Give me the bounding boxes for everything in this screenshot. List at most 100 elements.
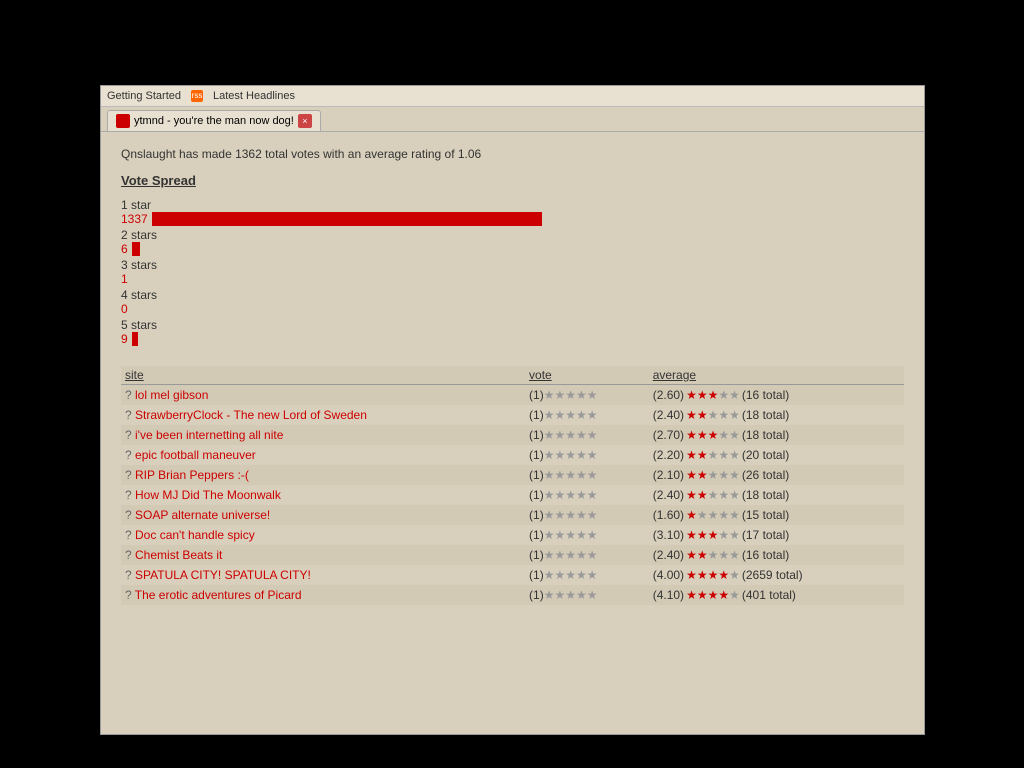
vote-bar-container-1star: 1337 [121, 212, 904, 226]
vote-star-empty: ★ [565, 568, 576, 582]
vote-bar-5star [132, 332, 138, 346]
site-cell: ? How MJ Did The Moonwalk [121, 485, 525, 505]
avg-num: (1.60) [653, 508, 684, 522]
vote-value: (1) [529, 508, 544, 522]
vote-star-empty: ★ [576, 428, 587, 442]
vote-cell: (1)★★★★★ [525, 465, 649, 485]
vote-spread-title: Vote Spread [121, 173, 904, 188]
vote-value: (1) [529, 408, 544, 422]
site-link[interactable]: The erotic adventures of Picard [135, 588, 302, 602]
site-cell: ? RIP Brian Peppers :-( [121, 465, 525, 485]
vote-label-5star: 5 stars [121, 318, 904, 332]
question-mark[interactable]: ? [125, 508, 135, 522]
total-text: (18 total) [742, 428, 789, 442]
avg-cell: (2.70)★★★★★(18 total) [649, 425, 904, 445]
avg-star-filled: ★ [697, 468, 708, 482]
vote-star-empty: ★ [554, 468, 565, 482]
avg-cell: (1.60)★★★★★(15 total) [649, 505, 904, 525]
avg-star-filled: ★ [708, 388, 719, 402]
question-mark[interactable]: ? [125, 588, 135, 602]
question-mark[interactable]: ? [125, 448, 135, 462]
avg-num: (4.10) [653, 588, 684, 602]
avg-star-empty: ★ [729, 568, 740, 582]
vote-cell: (1)★★★★★ [525, 565, 649, 585]
avg-star-empty: ★ [729, 488, 740, 502]
vote-label-3star: 3 stars [121, 258, 904, 272]
avg-star-filled: ★ [686, 408, 697, 422]
table-row: ? The erotic adventures of Picard(1)★★★★… [121, 585, 904, 605]
total-text: (20 total) [742, 448, 789, 462]
tab-close-button[interactable]: × [298, 114, 312, 128]
question-mark[interactable]: ? [125, 468, 135, 482]
avg-star-empty: ★ [708, 408, 719, 422]
vote-cell: (1)★★★★★ [525, 405, 649, 425]
vote-star-empty: ★ [587, 388, 598, 402]
vote-star-empty: ★ [544, 528, 555, 542]
vote-star-empty: ★ [587, 508, 598, 522]
vote-star-empty: ★ [587, 588, 598, 602]
getting-started-link[interactable]: Getting Started [107, 90, 181, 102]
table-row: ? Doc can't handle spicy(1)★★★★★(3.10)★★… [121, 525, 904, 545]
avg-star-empty: ★ [718, 528, 729, 542]
avg-star-empty: ★ [729, 448, 740, 462]
tab-favicon [116, 114, 130, 128]
vote-star-empty: ★ [565, 428, 576, 442]
browser-window: Getting Started rss Latest Headlines ytm… [100, 85, 925, 735]
vote-row-3star: 3 stars 1 [121, 258, 904, 286]
vote-count-4star: 0 [121, 302, 904, 316]
avg-star-empty: ★ [718, 428, 729, 442]
vote-label-4star: 4 stars [121, 288, 904, 302]
site-link[interactable]: How MJ Did The Moonwalk [135, 488, 281, 502]
avg-star-empty: ★ [718, 468, 729, 482]
toolbar-links: Getting Started rss Latest Headlines [107, 90, 295, 102]
total-text: (18 total) [742, 488, 789, 502]
avg-cell: (4.00)★★★★★(2659 total) [649, 565, 904, 585]
question-mark[interactable]: ? [125, 388, 135, 402]
total-text: (17 total) [742, 528, 789, 542]
avg-star-empty: ★ [718, 488, 729, 502]
avg-star-filled: ★ [686, 388, 697, 402]
site-link[interactable]: Doc can't handle spicy [135, 528, 255, 542]
question-mark[interactable]: ? [125, 408, 135, 422]
site-link[interactable]: lol mel gibson [135, 388, 208, 402]
latest-headlines-link[interactable]: Latest Headlines [213, 90, 295, 102]
avg-cell: (2.20)★★★★★(20 total) [649, 445, 904, 465]
site-link[interactable]: epic football maneuver [135, 448, 256, 462]
question-mark[interactable]: ? [125, 568, 135, 582]
site-link[interactable]: i've been internetting all nite [135, 428, 283, 442]
rss-icon: rss [191, 90, 203, 102]
total-text: (16 total) [742, 388, 789, 402]
table-row: ? StrawberryClock - The new Lord of Swed… [121, 405, 904, 425]
question-mark[interactable]: ? [125, 428, 135, 442]
total-text: (2659 total) [742, 568, 803, 582]
question-mark[interactable]: ? [125, 548, 135, 562]
vote-star-empty: ★ [544, 428, 555, 442]
site-link[interactable]: StrawberryClock - The new Lord of Sweden [135, 408, 367, 422]
site-link[interactable]: RIP Brian Peppers :-( [135, 468, 249, 482]
avg-cell: (4.10)★★★★★(401 total) [649, 585, 904, 605]
vote-star-empty: ★ [565, 408, 576, 422]
tab-title: ytmnd - you're the man now dog! [134, 115, 294, 127]
avg-star-empty: ★ [697, 508, 708, 522]
site-link[interactable]: Chemist Beats it [135, 548, 222, 562]
site-cell: ? StrawberryClock - The new Lord of Swed… [121, 405, 525, 425]
vote-star-empty: ★ [587, 408, 598, 422]
table-row: ? SPATULA CITY! SPATULA CITY! (1)★★★★★(4.… [121, 565, 904, 585]
vote-star-empty: ★ [587, 468, 598, 482]
question-mark[interactable]: ? [125, 528, 135, 542]
avg-star-empty: ★ [729, 508, 740, 522]
total-text: (15 total) [742, 508, 789, 522]
question-mark[interactable]: ? [125, 488, 135, 502]
site-link[interactable]: SPATULA CITY! SPATULA CITY! [135, 568, 311, 582]
vote-cell: (1)★★★★★ [525, 525, 649, 545]
vote-cell: (1)★★★★★ [525, 505, 649, 525]
vote-star-empty: ★ [554, 428, 565, 442]
vote-star-empty: ★ [576, 548, 587, 562]
vote-spread-section: Vote Spread 1 star 1337 2 stars 6 3 sta [121, 173, 904, 346]
browser-tab[interactable]: ytmnd - you're the man now dog! × [107, 110, 321, 131]
vote-row-2star: 2 stars 6 [121, 228, 904, 256]
vote-star-empty: ★ [554, 568, 565, 582]
site-link[interactable]: SOAP alternate universe! [135, 508, 270, 522]
table-row: ? SOAP alternate universe!(1)★★★★★(1.60)… [121, 505, 904, 525]
vote-star-empty: ★ [576, 528, 587, 542]
